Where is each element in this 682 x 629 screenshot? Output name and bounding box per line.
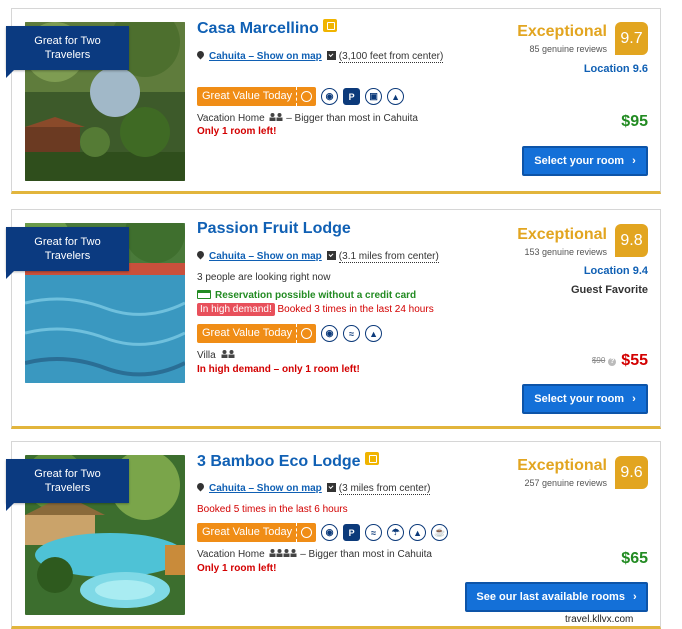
pool-icon[interactable]: ≈: [365, 524, 383, 541]
booked-message: Booked 5 times in the last 6 hours: [197, 504, 348, 515]
great-value-badge[interactable]: Great Value Today: [197, 87, 297, 106]
price: $65: [621, 550, 648, 567]
no-credit-card-message: Reservation possible without a credit ca…: [197, 290, 416, 301]
urgency-message: In high demand – only 1 room left!: [197, 364, 360, 375]
urgency-message: Only 1 room left!: [197, 126, 277, 137]
last-available-rooms-button[interactable]: See our last available rooms ›: [465, 582, 648, 612]
hotel-name-link[interactable]: Casa Marcellino: [197, 19, 337, 38]
property-type: Vacation Home – Bigger than most in Cahu…: [197, 113, 418, 124]
beach-icon[interactable]: ☂: [387, 524, 405, 541]
property-type: Villa: [197, 350, 235, 361]
great-for-two-badge: Great for Two Travelers: [6, 459, 129, 511]
room-service-icon[interactable]: ▲: [365, 325, 383, 342]
review-count[interactable]: 85 genuine reviews: [529, 44, 607, 54]
rating-word: Exceptional: [517, 23, 607, 40]
chevron-right-icon: ›: [632, 393, 636, 405]
high-demand-pill: In high demand!: [197, 303, 275, 316]
credit-card-icon: [197, 290, 211, 299]
show-on-map-link[interactable]: Cahuita – Show on map: [209, 483, 322, 494]
guests-icon: [269, 549, 297, 557]
great-value-badge[interactable]: Great Value Today: [197, 324, 297, 343]
checkbox-icon: [326, 251, 336, 260]
map-pin-icon: [195, 49, 206, 60]
great-value-badge[interactable]: Great Value Today: [197, 523, 297, 542]
review-count[interactable]: 153 genuine reviews: [524, 247, 607, 257]
rating-word: Exceptional: [517, 457, 607, 474]
thumbs-up-icon: [364, 452, 379, 465]
restaurant-icon[interactable]: ▣: [365, 88, 383, 105]
viewers-message: 3 people are looking right now: [197, 272, 331, 283]
map-pin-icon: [195, 481, 206, 492]
deal-icon: [296, 523, 317, 542]
rating-word: Exceptional: [517, 226, 607, 243]
hotel-card: Great for Two Travelers 3 Bamboo Eco Lod…: [6, 441, 661, 629]
guest-favorite-label: Guest Favorite: [570, 284, 648, 296]
hotel-card: Great for Two Travelers Passion Fruit Lo…: [6, 209, 661, 429]
free-wifi-icon[interactable]: ◉: [321, 88, 339, 105]
watermark: travel.kllvx.com: [565, 614, 634, 625]
parking-icon[interactable]: P: [343, 88, 361, 105]
score-badge: 9.6: [615, 456, 648, 489]
checkbox-icon: [326, 51, 336, 60]
select-room-button[interactable]: Select your room ›: [522, 146, 648, 176]
property-type: Vacation Home – Bigger than most in Cahu…: [197, 549, 432, 560]
original-price: $90: [591, 356, 606, 365]
chevron-right-icon: ›: [632, 591, 637, 603]
price: $95: [621, 113, 648, 130]
select-room-button[interactable]: Select your room ›: [522, 384, 648, 414]
hotel-card: Great for Two Travelers Casa Marcellino …: [6, 8, 661, 194]
breakfast-icon[interactable]: ☕: [431, 524, 449, 541]
location-line: Cahuita – Show on map (3.1 miles from cen…: [195, 249, 439, 263]
deal-icon: [296, 87, 317, 106]
checkbox-icon: [326, 483, 336, 492]
free-wifi-icon[interactable]: ◉: [321, 524, 339, 541]
info-icon[interactable]: ?: [608, 358, 617, 366]
location-line: Cahuita – Show on map (3,100 feet from ce…: [195, 49, 444, 63]
distance-text: (3,100 feet from center): [338, 51, 444, 63]
location-score: Location 9.6: [583, 63, 648, 75]
map-pin-icon: [195, 249, 206, 260]
deal-and-facilities: Great Value Today ◉ P ▣ ▲: [197, 87, 405, 106]
location-score: Location 9.4: [583, 265, 648, 277]
show-on-map-link[interactable]: Cahuita – Show on map: [209, 251, 322, 262]
booked-text: Booked 3 times in the last 24 hours: [277, 304, 434, 315]
score-badge: 9.8: [615, 224, 648, 257]
pool-icon[interactable]: ≈: [343, 325, 361, 342]
show-on-map-link[interactable]: Cahuita – Show on map: [209, 51, 322, 62]
review-count[interactable]: 257 genuine reviews: [524, 478, 607, 488]
deal-and-facilities: Great Value Today ◉ ≈ ▲: [197, 324, 383, 343]
guests-icon: [221, 350, 234, 358]
hotel-name-link[interactable]: 3 Bamboo Eco Lodge: [197, 452, 379, 471]
great-for-two-badge: Great for Two Travelers: [6, 227, 129, 279]
distance-text: (3.1 miles from center): [338, 251, 439, 263]
urgency-message: Only 1 room left!: [197, 563, 277, 574]
great-for-two-badge: Great for Two Travelers: [6, 26, 129, 78]
demand-line: In high demand! Booked 3 times in the la…: [197, 303, 434, 316]
deal-and-facilities: Great Value Today ◉ P ≈ ☂ ▲ ☕: [197, 523, 449, 542]
location-line: Cahuita – Show on map (3 miles from cente…: [195, 481, 431, 495]
room-service-icon[interactable]: ▲: [387, 88, 405, 105]
guests-icon: [269, 113, 283, 121]
deal-icon: [296, 324, 317, 343]
free-wifi-icon[interactable]: ◉: [321, 325, 339, 342]
price: $90? $55: [591, 352, 648, 369]
hotel-name-link[interactable]: Passion Fruit Lodge: [197, 220, 351, 238]
parking-icon[interactable]: P: [343, 524, 361, 541]
distance-text: (3 miles from center): [338, 483, 431, 495]
score-badge: 9.7: [615, 22, 648, 55]
thumbs-up-icon: [322, 19, 337, 32]
room-service-icon[interactable]: ▲: [409, 524, 427, 541]
chevron-right-icon: ›: [632, 155, 636, 167]
